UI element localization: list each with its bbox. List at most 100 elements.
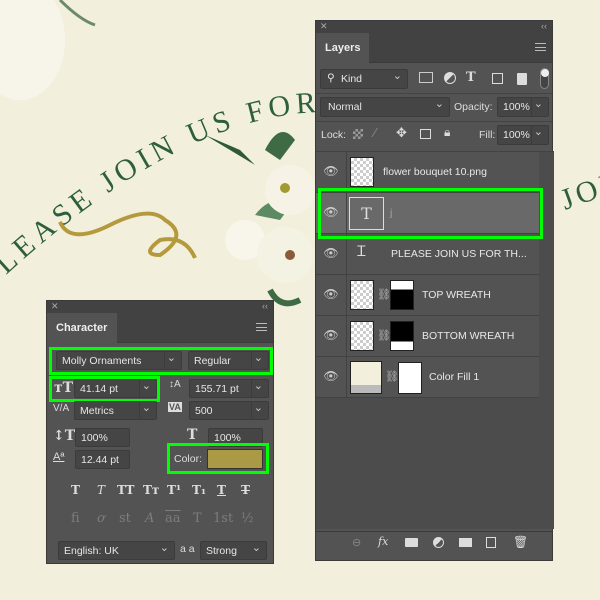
lock-paint-brush-icon[interactable]: ⁄: [374, 125, 376, 140]
image-filter-icon[interactable]: [419, 72, 433, 83]
close-panel-icon[interactable]: ✕: [51, 301, 59, 312]
flower-decoration: [0, 0, 65, 100]
tracking-value: 500: [195, 405, 213, 417]
panel-menu-icon[interactable]: [256, 323, 267, 331]
layer-mask-thumbnail[interactable]: [390, 321, 414, 351]
filter-kind-select[interactable]: ⚲ Kind: [320, 69, 408, 89]
layer-mask-thumbnail[interactable]: [398, 362, 422, 394]
tab-layers[interactable]: Layers: [316, 33, 369, 63]
opacity-field[interactable]: 100%: [497, 97, 549, 117]
leading-icon: ↕A: [169, 379, 181, 390]
link-layers-icon[interactable]: ⊖: [352, 536, 361, 549]
shape-filter-icon[interactable]: [492, 73, 503, 84]
panel-menu-icon[interactable]: [535, 43, 546, 51]
warped-text-icon: Ꮖ: [357, 244, 367, 260]
canvas-headline-right: JOIN: [556, 158, 600, 217]
lock-move-icon[interactable]: ✥: [396, 125, 407, 141]
layer-row[interactable]: 👁︎ ⛓ Color Fill 1: [316, 357, 539, 398]
fx-icon[interactable]: fx: [378, 535, 388, 548]
search-icon: ⚲: [327, 72, 335, 84]
fractions-button[interactable]: ½: [241, 511, 254, 526]
kerning-select[interactable]: Metrics: [74, 401, 157, 420]
visibility-eye-icon[interactable]: 👁︎: [316, 152, 347, 192]
subscript-button[interactable]: T₁: [192, 483, 206, 497]
character-panel: ✕‹‹ Character Molly Ornaments Regular ᴛT…: [46, 300, 274, 564]
leading-value: 155.71 pt: [195, 383, 239, 395]
layer-thumbnail: [350, 280, 374, 310]
layer-row[interactable]: 👁︎ ⛓ TOP WREATH: [316, 275, 539, 316]
antialias-select[interactable]: Strong: [200, 541, 267, 560]
add-mask-icon[interactable]: [405, 538, 418, 547]
antialias-value: Strong: [206, 545, 237, 557]
filter-toggle[interactable]: [540, 68, 549, 89]
close-panel-icon[interactable]: ✕: [320, 21, 328, 32]
lock-all-icon[interactable]: 🔒︎: [444, 125, 450, 140]
faux-bold-button[interactable]: T: [71, 483, 80, 497]
link-chain-icon[interactable]: ⛓: [377, 329, 391, 342]
baseline-shift-value: 12.44 pt: [81, 454, 119, 466]
layer-name: BOTTOM WREATH: [422, 330, 515, 342]
visibility-eye-icon[interactable]: 👁︎: [316, 234, 347, 274]
layer-row[interactable]: 👁︎ Ꮖ PLEASE JOIN US FOR TH...: [316, 234, 539, 275]
collapse-panel-icon[interactable]: ‹‹: [262, 301, 268, 311]
lock-artboard-icon[interactable]: [420, 129, 431, 139]
strikethrough-button[interactable]: T: [241, 483, 250, 497]
discretionary-ligatures-button[interactable]: st: [119, 511, 131, 526]
smart-object-filter-icon[interactable]: [517, 73, 527, 85]
vertical-scale-field[interactable]: 100%: [75, 428, 130, 447]
visibility-eye-icon[interactable]: 👁︎: [316, 357, 347, 397]
stylistic-alternates-button[interactable]: aa: [165, 511, 181, 526]
layers-panel: ✕‹‹ Layers ⚲Kind T Normal Opacity: 100% …: [315, 20, 554, 561]
ordinals-button[interactable]: 1st: [213, 511, 233, 526]
vertical-scale-icon: ↕T: [53, 428, 76, 444]
link-chain-icon[interactable]: ⛓: [377, 288, 391, 301]
faux-italic-button[interactable]: T: [97, 483, 105, 497]
tracking-icon: VA: [168, 402, 182, 412]
fill-field[interactable]: 100%: [497, 125, 549, 145]
superscript-button[interactable]: T¹: [167, 483, 181, 497]
kerning-icon: V/A: [53, 403, 70, 414]
color-highlight: [167, 443, 269, 474]
filter-kind-value: Kind: [341, 73, 363, 85]
titling-alternates-button[interactable]: T: [193, 511, 202, 526]
language-value: English: UK: [64, 545, 119, 557]
group-folder-icon[interactable]: [459, 538, 472, 547]
tab-character[interactable]: Character: [47, 313, 117, 343]
antialias-icon: a a: [180, 543, 195, 555]
trash-icon[interactable]: 🗑︎: [513, 535, 528, 549]
font-highlight: [49, 347, 273, 375]
visibility-eye-icon[interactable]: 👁︎: [316, 316, 347, 356]
collapse-panel-icon[interactable]: ‹‹: [541, 21, 547, 31]
type-filter-icon[interactable]: T: [466, 70, 476, 85]
adjustment-layer-icon[interactable]: [433, 537, 444, 548]
underline-button[interactable]: T: [217, 483, 226, 497]
layer-name: Color Fill 1: [429, 371, 480, 383]
swash-button[interactable]: A: [145, 511, 154, 526]
blend-mode-select[interactable]: Normal: [320, 97, 450, 117]
horizontal-scale-icon: T: [187, 427, 198, 443]
baseline-shift-field[interactable]: 12.44 pt: [75, 450, 130, 469]
layer-row[interactable]: 👁︎ flower bouquet 10.png: [316, 152, 539, 193]
language-select[interactable]: English: UK: [58, 541, 175, 560]
leading-field[interactable]: 155.71 pt: [189, 379, 269, 398]
small-caps-button[interactable]: Tт: [143, 483, 159, 497]
old-style-button[interactable]: ơ: [97, 511, 105, 526]
adjustment-filter-icon[interactable]: [444, 72, 456, 84]
layer-name: flower bouquet 10.png: [383, 166, 487, 178]
lock-transparent-icon[interactable]: [353, 129, 363, 139]
tracking-select[interactable]: 500: [189, 401, 269, 420]
layer-name: PLEASE JOIN US FOR TH...: [391, 248, 527, 260]
layer-row[interactable]: 👁︎ ⛓ BOTTOM WREATH: [316, 316, 539, 357]
fill-value: 100%: [503, 129, 530, 141]
ligatures-button[interactable]: fi: [71, 511, 80, 526]
visibility-eye-icon[interactable]: 👁︎: [316, 275, 347, 315]
new-layer-icon[interactable]: [486, 537, 496, 548]
layer-name: TOP WREATH: [422, 289, 491, 301]
all-caps-button[interactable]: TT: [117, 483, 134, 497]
link-chain-icon[interactable]: ⛓: [385, 370, 399, 383]
layer-mask-thumbnail[interactable]: [390, 280, 414, 310]
font-size-highlight: [49, 376, 160, 402]
opacity-value: 100%: [503, 101, 530, 113]
kerning-value: Metrics: [80, 405, 114, 417]
opacity-label: Opacity:: [454, 101, 493, 113]
